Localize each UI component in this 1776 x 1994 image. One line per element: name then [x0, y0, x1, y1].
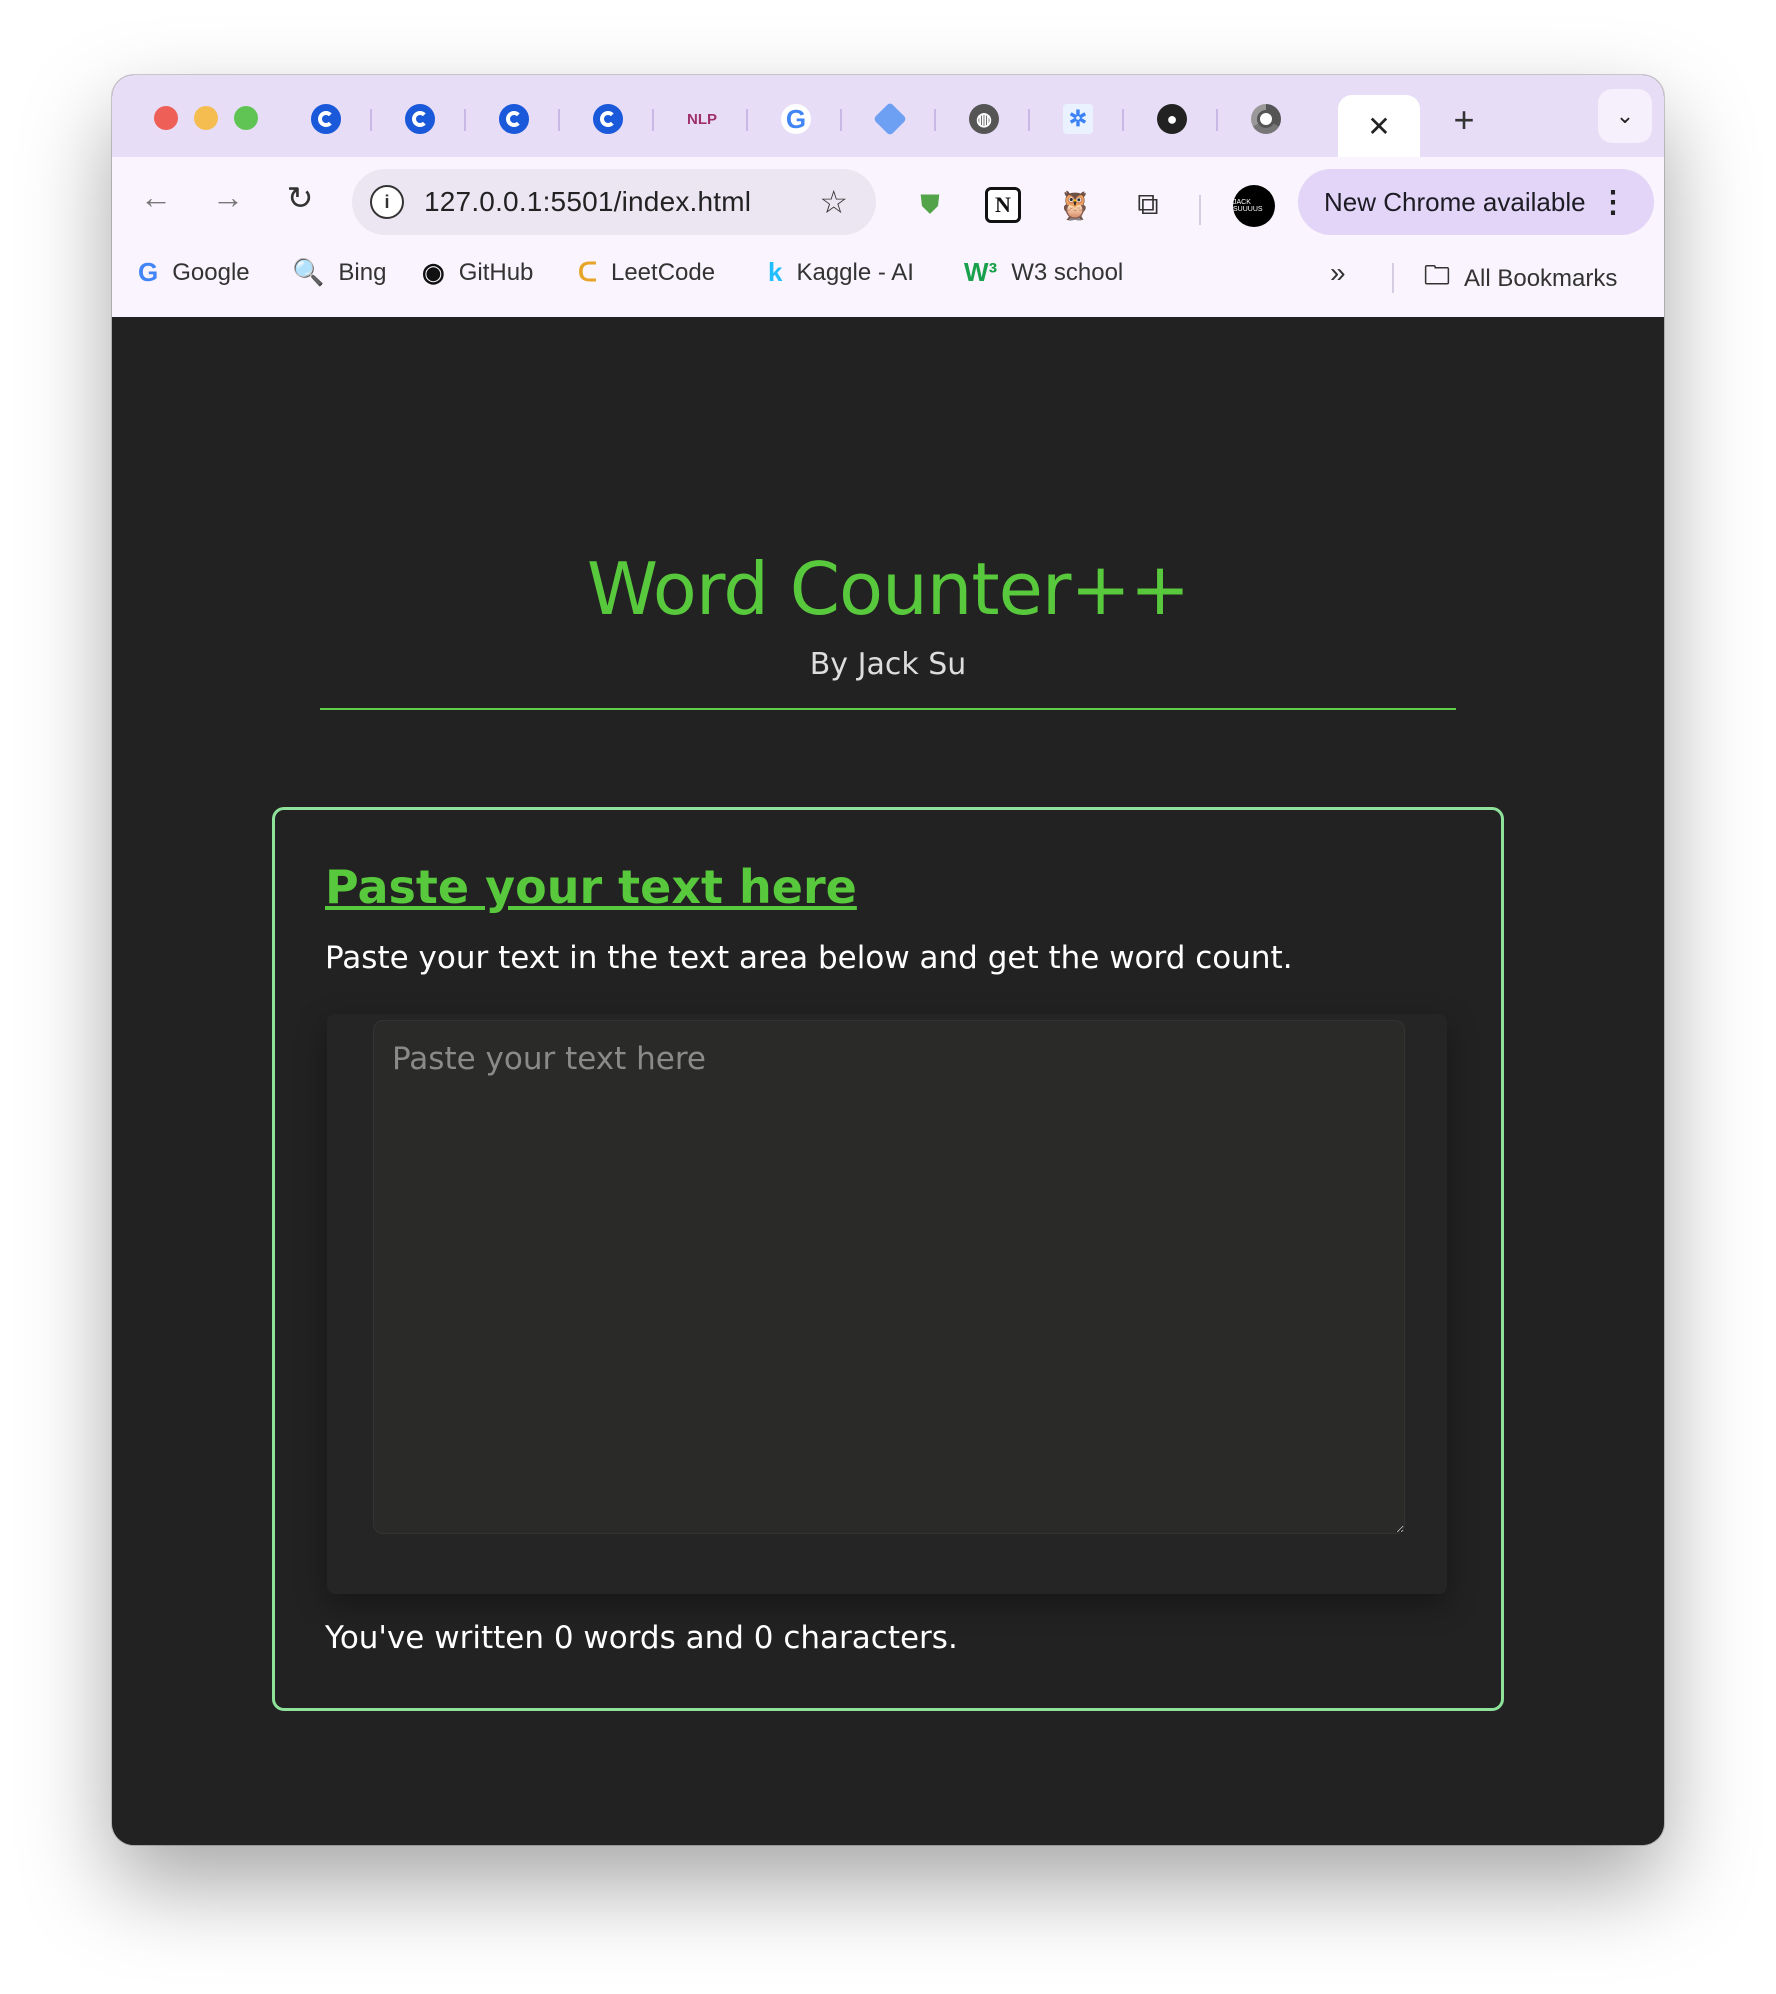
tab-10[interactable]: ● — [1126, 95, 1218, 143]
bookmark-label: Google — [172, 258, 250, 286]
browser-window: NLP G ◍ ✲ ● ✕ + ⌄ ← → ↻ i 127.0.0.1:5501… — [112, 75, 1664, 1845]
tab-strip: NLP G ◍ ✲ ● ✕ + ⌄ — [112, 75, 1664, 157]
c-logo-icon — [405, 104, 435, 134]
c-logo-icon — [499, 104, 529, 134]
all-bookmarks-label: All Bookmarks — [1464, 265, 1618, 292]
bookmark-label: LeetCode — [610, 258, 716, 286]
bookmark-kaggle[interactable]: k Kaggle - AI — [768, 257, 914, 288]
tab-9[interactable]: ✲ — [1032, 95, 1124, 143]
bookmark-google[interactable]: G Google — [138, 257, 250, 288]
maximize-window-button[interactable] — [234, 106, 258, 130]
bookmark-label: GitHub — [458, 258, 534, 286]
tab-11[interactable] — [1220, 95, 1312, 143]
close-tab-icon[interactable]: ✕ — [1367, 110, 1390, 143]
page-title: Word Counter++ — [586, 547, 1190, 631]
google-icon: G — [781, 104, 811, 134]
forward-button[interactable]: → — [204, 179, 252, 216]
tab-1[interactable] — [280, 95, 372, 143]
w3school-icon: W³ — [964, 257, 998, 287]
toolbar-divider — [1199, 195, 1201, 225]
bookmark-github[interactable]: ◉ GitHub — [422, 257, 533, 288]
back-button[interactable]: ← — [132, 179, 180, 216]
tab-3[interactable] — [468, 95, 560, 143]
tab-7[interactable] — [844, 95, 936, 143]
bookmark-label: Bing — [338, 258, 387, 286]
tab-5[interactable]: NLP — [656, 95, 748, 143]
extensions-puzzle-icon[interactable]: ⧉ — [1130, 187, 1166, 223]
bookmark-leetcode[interactable]: ᑕ LeetCode — [578, 257, 715, 288]
bookmarks-divider — [1392, 263, 1394, 293]
c-logo-icon — [311, 104, 341, 134]
bookmark-label: W3 school — [1011, 258, 1124, 286]
site-info-icon[interactable]: i — [370, 185, 404, 219]
leetcode-icon: ᑕ — [578, 257, 597, 287]
update-label: New Chrome available — [1324, 186, 1586, 217]
profile-avatar[interactable]: JACK SUUUUS — [1233, 185, 1275, 227]
owl-extension-icon[interactable]: 🦉 — [1057, 187, 1093, 223]
tab-search-button[interactable]: ⌄ — [1598, 89, 1652, 143]
header-divider — [320, 708, 1456, 710]
chevron-down-icon: ⌄ — [1615, 103, 1635, 128]
google-icon: G — [138, 257, 159, 287]
network-icon: ✲ — [1063, 104, 1093, 134]
tab-8[interactable]: ◍ — [938, 95, 1030, 143]
tab-4[interactable] — [562, 95, 654, 143]
word-count-text: You've written 0 words and 0 characters. — [325, 1620, 958, 1656]
card-heading: Paste your text here — [325, 860, 857, 914]
word-counter-card: Paste your text here Paste your text in … — [272, 807, 1504, 1711]
bookmarks-overflow-icon[interactable]: » — [1330, 257, 1346, 289]
tab-2[interactable] — [374, 95, 466, 143]
all-bookmarks-button[interactable]: 🗀 All Bookmarks — [1424, 257, 1617, 301]
github-icon: ● — [1157, 104, 1187, 134]
card-description: Paste your text in the text area below a… — [325, 940, 1293, 976]
tab-active[interactable]: ✕ — [1338, 95, 1420, 157]
reload-button[interactable]: ↻ — [276, 179, 324, 217]
url-text[interactable]: 127.0.0.1:5501/index.html — [424, 186, 751, 218]
notion-extension-icon[interactable]: N — [985, 187, 1021, 223]
bookmark-bing[interactable]: 🔍 Bing — [292, 257, 386, 288]
more-menu-icon[interactable]: ⋮ — [1598, 185, 1628, 220]
text-input-area[interactable] — [373, 1020, 1405, 1534]
page-content: Word Counter++ By Jack Su Paste your tex… — [112, 317, 1664, 1845]
github-icon: ◉ — [422, 257, 445, 287]
bookmark-star-icon[interactable]: ☆ — [819, 183, 848, 221]
shield-extension-icon[interactable]: ⛊ — [912, 187, 948, 223]
search-icon: 🔍 — [292, 257, 325, 287]
page-byline: By Jack Su — [809, 647, 967, 682]
bookmarks-bar: G Google 🔍 Bing ◉ GitHub ᑕ LeetCode k Ka… — [112, 247, 1664, 303]
close-window-button[interactable] — [154, 106, 178, 130]
minimize-window-button[interactable] — [194, 106, 218, 130]
browser-toolbar: ← → ↻ i 127.0.0.1:5501/index.html ☆ ⛊ N … — [112, 157, 1664, 318]
tab-6[interactable]: G — [750, 95, 842, 143]
globe-icon: ◍ — [969, 104, 999, 134]
new-tab-button[interactable]: + — [1442, 99, 1486, 141]
folder-icon: 🗀 — [1424, 260, 1451, 290]
new-chrome-available-button[interactable]: New Chrome available ⋮ — [1298, 169, 1654, 235]
nlp-icon: NLP — [687, 110, 717, 128]
address-bar[interactable]: i 127.0.0.1:5501/index.html ☆ — [352, 169, 876, 235]
textarea-container — [327, 1014, 1447, 1594]
bookmark-label: Kaggle - AI — [796, 258, 914, 286]
c-logo-icon — [593, 104, 623, 134]
chrome-icon — [1251, 104, 1281, 134]
layers-icon — [873, 102, 907, 136]
kaggle-icon: k — [768, 257, 783, 287]
bookmark-w3school[interactable]: W³ W3 school — [964, 257, 1123, 288]
